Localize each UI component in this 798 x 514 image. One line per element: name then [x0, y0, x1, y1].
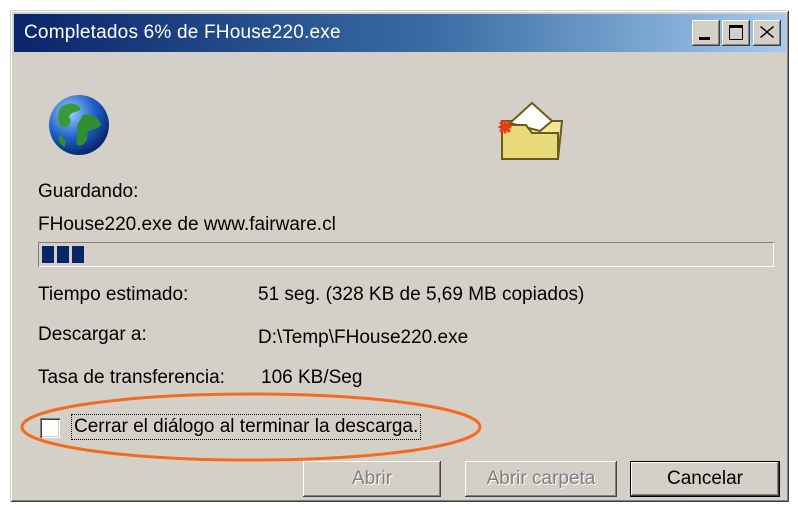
transfer-rate-label: Tasa de transferencia: — [38, 367, 225, 388]
close-on-finish-label[interactable]: Cerrar el diálogo al terminar la descarg… — [71, 414, 422, 440]
download-progress-bar — [38, 242, 774, 267]
open-folder-button[interactable]: Abrir carpeta — [465, 461, 617, 497]
open-button[interactable]: Abrir — [303, 461, 441, 497]
folder-icon — [498, 101, 564, 160]
transfer-rate-value: 106 KB/Seg — [261, 367, 363, 388]
maximize-button[interactable] — [722, 20, 750, 46]
progress-fill — [42, 246, 84, 263]
globe-icon — [49, 95, 109, 155]
window-title: Completados 6% de FHouse220.exe — [24, 22, 341, 43]
time-label: Tiempo estimado: — [38, 284, 189, 305]
time-value: 51 seg. (328 KB de 5,69 MB copiados) — [258, 284, 585, 305]
download-to-label: Descargar a: — [38, 324, 147, 345]
saving-label: Guardando: — [38, 181, 139, 202]
cancel-button[interactable]: Cancelar — [630, 461, 780, 497]
title-bar[interactable]: Completados 6% de FHouse220.exe — [14, 14, 786, 52]
minimize-button[interactable] — [692, 20, 720, 46]
close-button[interactable] — [753, 20, 781, 46]
close-on-finish-checkbox[interactable] — [40, 418, 60, 438]
download-to-value: D:\Temp\FHouse220.exe — [258, 327, 469, 348]
file-source: FHouse220.exe de www.fairware.cl — [38, 214, 336, 235]
close-icon — [760, 26, 774, 38]
download-dialog: Completados 6% de FHouse220.exe Guardand… — [10, 10, 789, 502]
